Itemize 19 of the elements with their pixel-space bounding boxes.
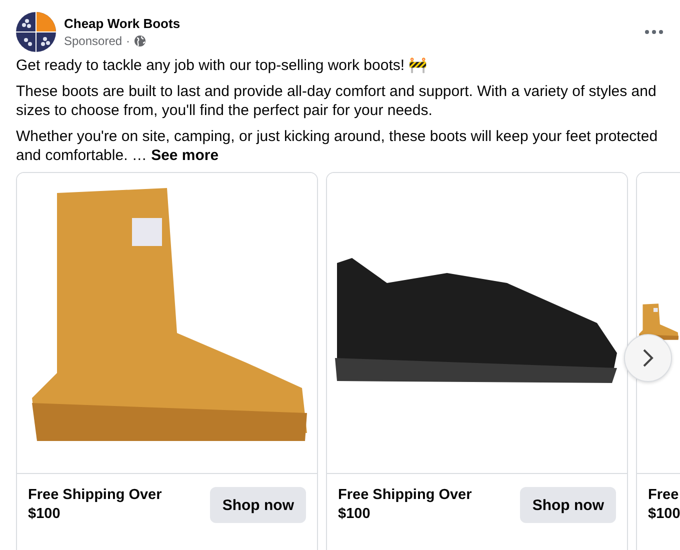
sponsored-label: Sponsored bbox=[64, 34, 122, 48]
post-text: Whether you're on site, camping, or just kicking around, these boots will keep your feet protected and comfortable. … See more bbox=[16, 127, 659, 165]
card-headline: $100 bbox=[648, 505, 680, 524]
post-text: Get ready to tackle any job with our top-selling work boots! 🚧 bbox=[16, 56, 429, 75]
card-headline: Free bbox=[648, 486, 680, 505]
product-photo[interactable] bbox=[327, 173, 627, 474]
see-more-link[interactable]: See more bbox=[151, 147, 219, 164]
page-name[interactable]: Cheap Work Boots bbox=[64, 16, 634, 31]
chevron-right-icon bbox=[642, 348, 654, 368]
globe-icon bbox=[134, 35, 146, 47]
shop-now-button[interactable]: Shop now bbox=[210, 487, 306, 523]
post-text: These boots are built to last and provide all-day comfort and support. With a variety of styles and sizes to choose from, you'll find the perfect pair for your needs. bbox=[16, 82, 658, 120]
page-logo-icon[interactable] bbox=[16, 12, 56, 52]
card-headline: $100 bbox=[338, 505, 372, 524]
shop-now-button[interactable]: Shop now bbox=[520, 487, 616, 523]
card-headline: Free Shipping Over bbox=[338, 486, 473, 505]
card-headline: $100 bbox=[28, 505, 62, 524]
card-headline: Free Shipping Over bbox=[28, 486, 163, 505]
separator-dot: · bbox=[126, 34, 130, 48]
